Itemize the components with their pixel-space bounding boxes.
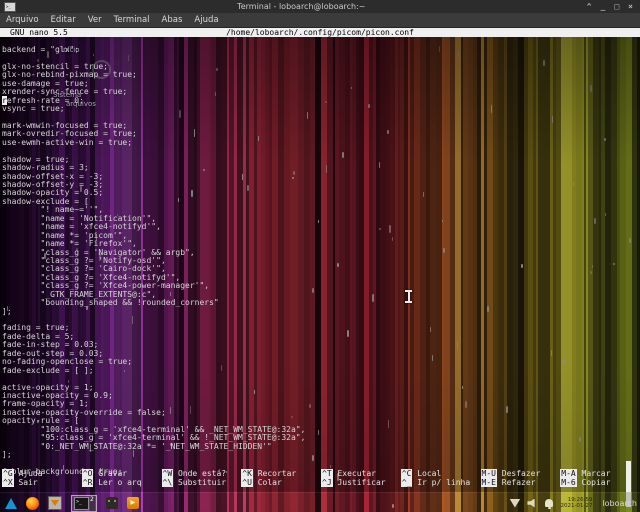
nano-shortcut: ^X Sair [2,478,82,487]
menu-item-abas[interactable]: Abas [156,15,189,25]
firefox-icon[interactable] [26,497,39,510]
desktop-icon-ghost [92,60,111,79]
desktop-icon-label-inicio: Início [61,46,80,54]
nano-shortcut: ^J Justificar [321,478,401,487]
nano-shortcut: ^U Colar [241,478,321,487]
nano-shortcut: ^T Executar [321,469,401,478]
terminal-menubar: ArquivoEditarVerTerminalAbasAjuda [0,13,640,28]
nano-shortcut: ^G Ajuda [2,469,82,478]
window-title: Terminal - loboarch@loboarch:~ [16,2,587,11]
wifi-icon[interactable] [509,499,520,508]
desktop-icon-label-sistema: Sistema [53,91,81,99]
system-tray: 19:26:59 2021-01-27 loboarch [509,497,637,509]
menu-item-ver[interactable]: Ver [82,15,108,25]
volume-icon[interactable] [527,499,538,508]
arch-menu-icon[interactable] [5,498,17,509]
desktop-icon-label-arquivos: arquivos [66,100,96,108]
taskbar-panel: >_ 2 ▶ 19:26:59 2021-01-27 loboarch [0,492,640,512]
terminal-titlebar[interactable]: >_ Terminal - loboarch@loboarch:~ ^ _ □ … [0,0,640,14]
nano-shortcut: ^K Recortar [241,469,321,478]
nano-shortcut: M-E Refazer [481,478,561,487]
terminal-content[interactable]: GNU nano 5.5 /home/loboarch/.config/pico… [0,27,640,492]
nano-shortcut-bar: ^G Ajuda^O Gravar^W Onde está?^K Recorta… [2,469,640,487]
terminal-taskbar-button[interactable]: >_ 2 [71,495,97,512]
close-button[interactable]: × [628,1,633,13]
nano-shortcut: ^O Gravar [82,469,162,478]
menu-item-ajuda[interactable]: Ajuda [188,15,224,25]
clock-date: 2021-01-27 [560,503,592,509]
nano-file-path: /home/loboarch/.config/picom/picon.conf [226,28,414,37]
panel-clock[interactable]: 19:26:59 2021-01-27 [560,497,592,509]
workspace-badge: 2 [90,497,94,503]
shade-button[interactable]: ^ [587,1,592,13]
nano-shortcut: ^W Onde está? [162,469,242,478]
menu-item-arquivo[interactable]: Arquivo [0,15,45,25]
maximize-button[interactable]: □ [614,1,619,13]
panel-launchers: >_ 2 ▶ [5,495,139,512]
ibeam-cursor [405,290,412,303]
user-label[interactable]: loboarch [602,499,637,508]
minimize-button[interactable]: _ [601,1,606,13]
nano-shortcut: ^C Local [401,469,481,478]
nano-version-label: GNU nano 5.5 [10,28,68,37]
window-buttons: ^ _ □ × [587,1,633,13]
terminal-window-icon: >_ [4,2,16,12]
nano-titlebar: GNU nano 5.5 /home/loboarch/.config/pico… [0,28,640,37]
download-arrow-icon [51,500,59,506]
nano-shortcut: ^\ Substituir [162,478,242,487]
media-player-icon[interactable]: ▶ [127,497,139,509]
cat-app-icon[interactable] [106,497,118,509]
menu-item-terminal[interactable]: Terminal [108,15,156,25]
terminal-icon: >_ [74,497,89,510]
nano-config-text: backend = "glx"; glx-no-stencil = true;g… [2,46,305,476]
notification-bell-icon[interactable] [545,499,553,507]
installer-icon[interactable] [48,496,62,510]
nano-shortcut: ^R Ler o arq [82,478,162,487]
desktop-screen: Início Sistema arquivos >_ Terminal - lo… [0,0,640,512]
nano-shortcut: M-U Desfazer [481,469,561,478]
menu-item-editar[interactable]: Editar [45,15,82,25]
nano-shortcut: ^_ Ir p/ linha [401,478,481,487]
